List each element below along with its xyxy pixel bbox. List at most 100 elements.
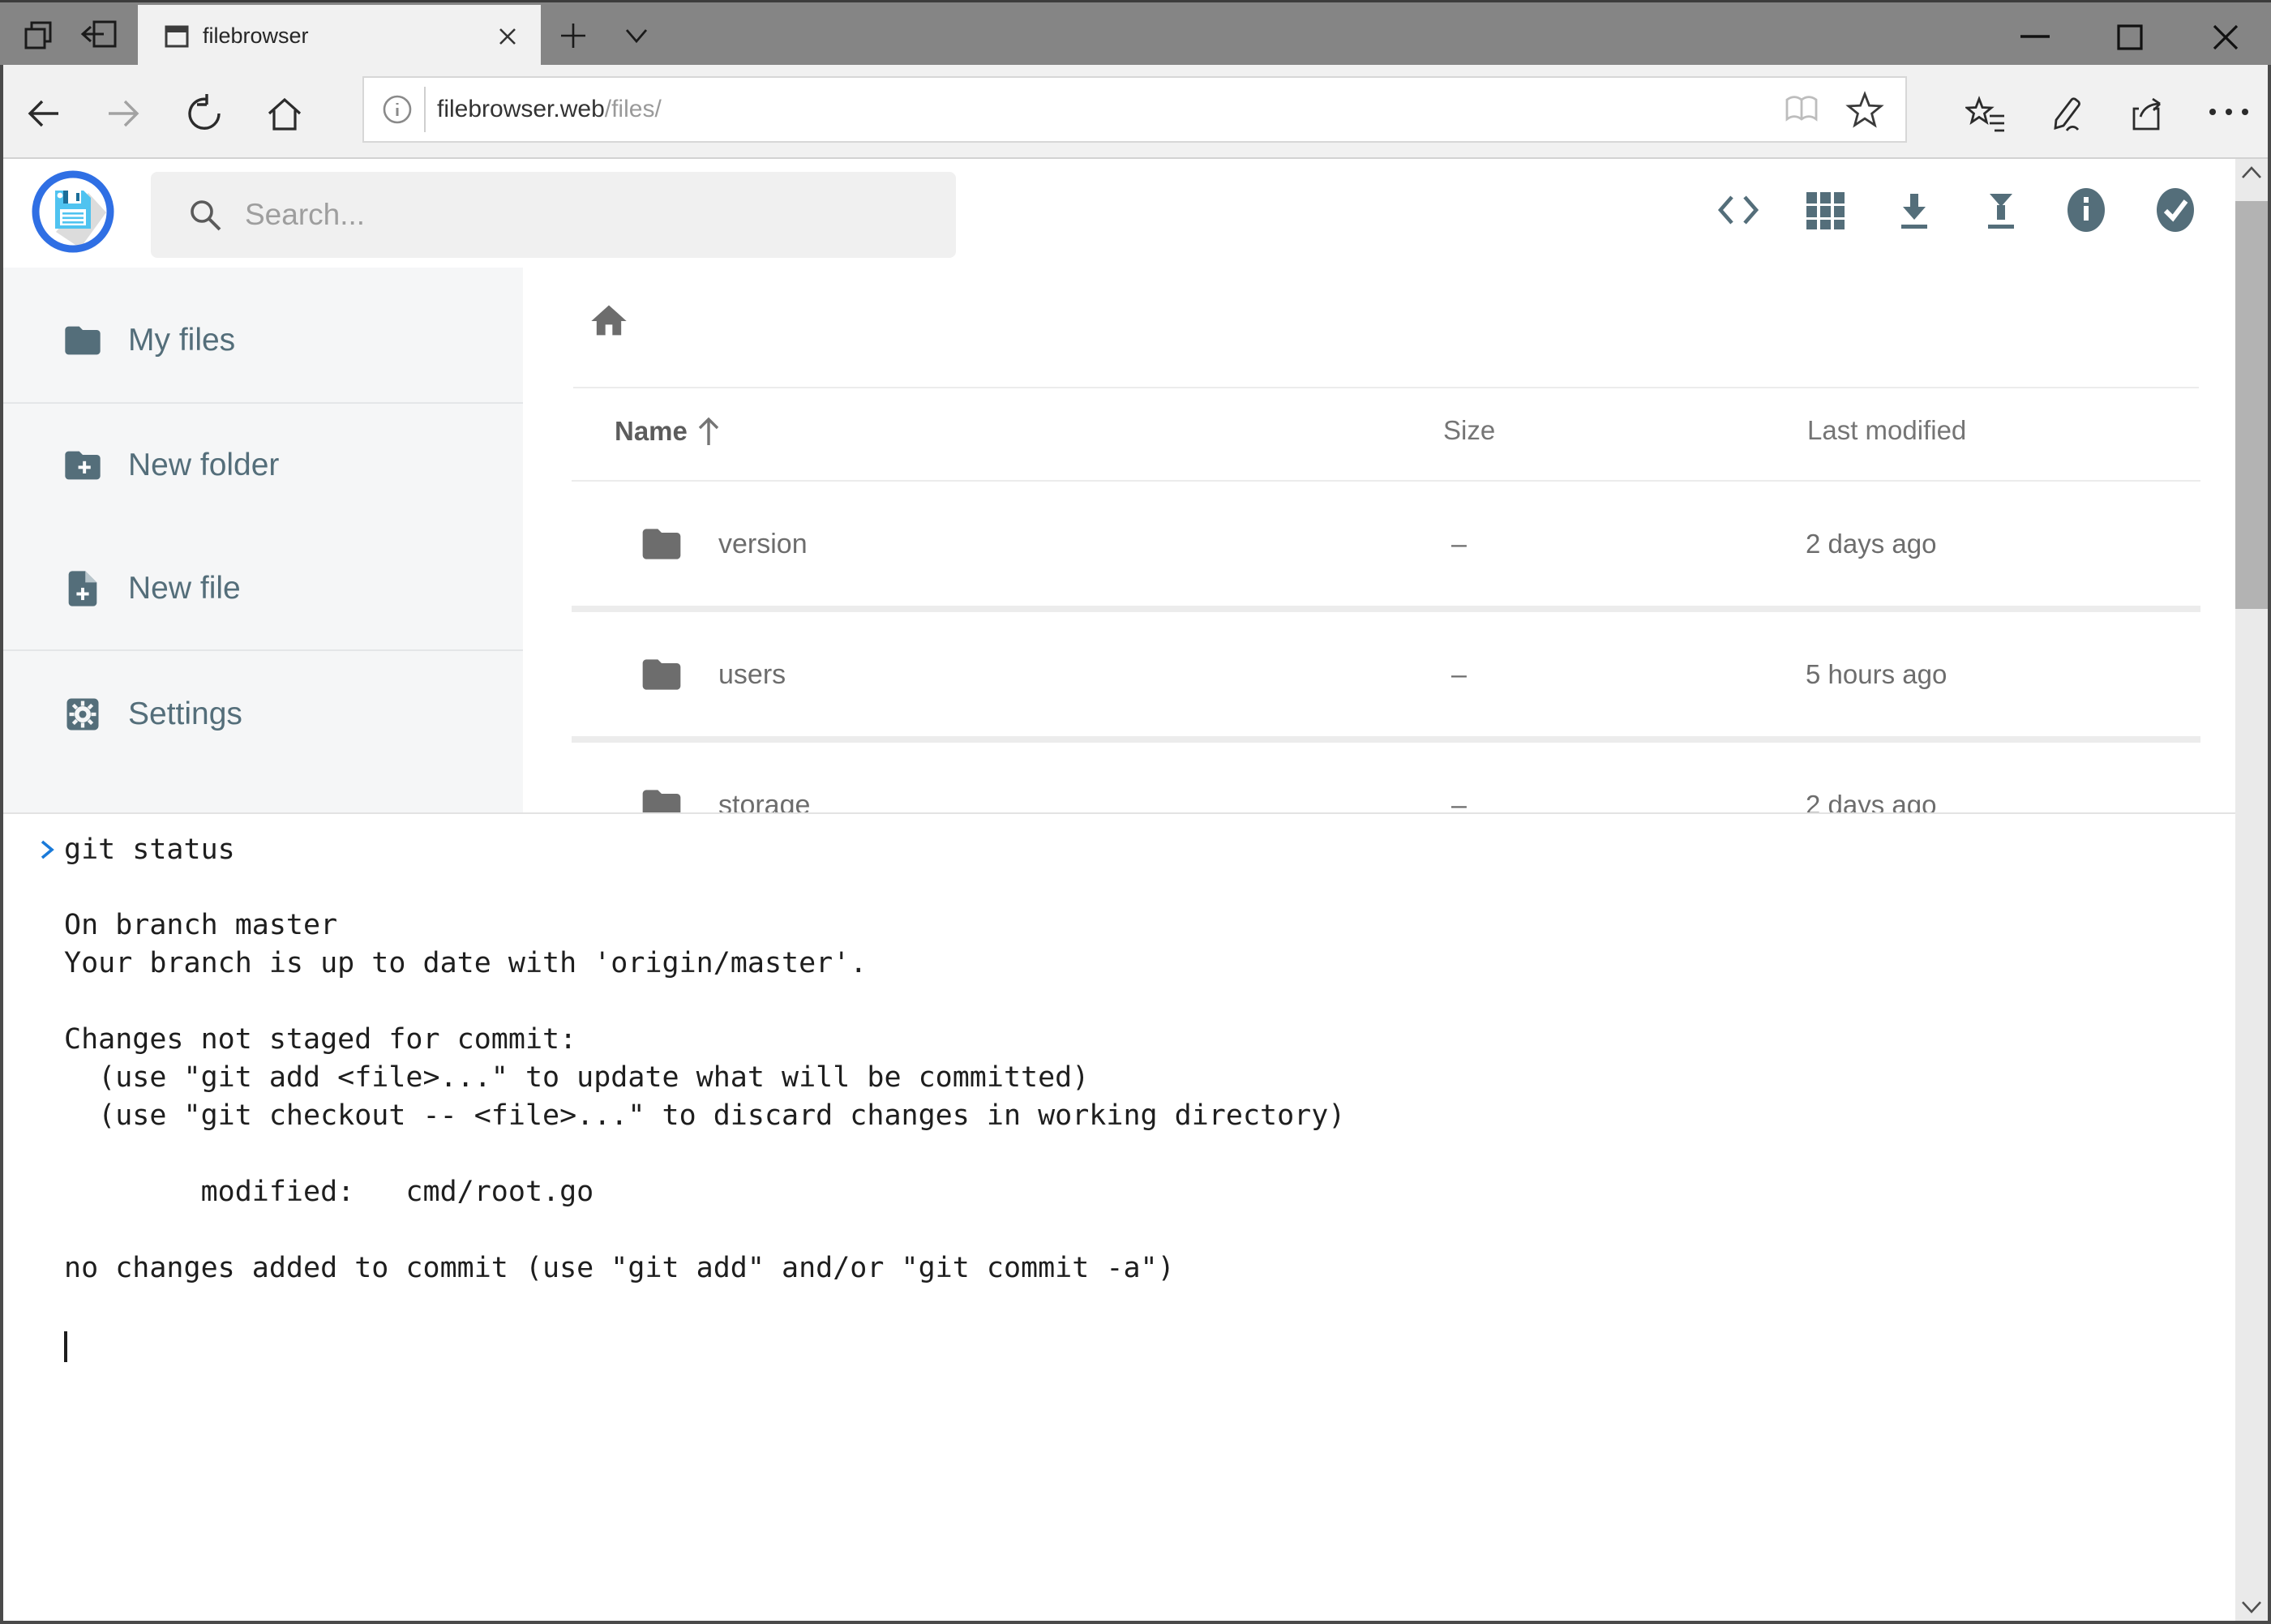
- new-folder-icon: [62, 444, 104, 486]
- grid-view-icon[interactable]: [1805, 191, 1847, 230]
- column-name-label: Name: [615, 416, 688, 447]
- file-modified: 2 days ago: [1806, 529, 1936, 559]
- search-bar[interactable]: [151, 172, 956, 258]
- tab-close-icon[interactable]: [495, 24, 520, 49]
- file-row-version[interactable]: version – 2 days ago: [572, 482, 2200, 606]
- file-listing: Name Size Last modified version – 2 days…: [523, 268, 2235, 812]
- terminal-line: no changes added to commit (use "git add…: [64, 1249, 2219, 1288]
- window-close-button[interactable]: [2209, 20, 2243, 54]
- tabs-set-aside-list-icon[interactable]: [21, 17, 57, 53]
- column-header-modified[interactable]: Last modified: [1807, 415, 1966, 446]
- tab-title: filebrowser: [203, 24, 495, 49]
- refresh-button[interactable]: [185, 94, 224, 133]
- more-options-icon[interactable]: [2207, 107, 2252, 117]
- terminal-line: Changes not staged for commit:: [64, 1021, 2219, 1059]
- new-tab-button[interactable]: [558, 20, 589, 51]
- add-favorite-star-icon[interactable]: [1845, 90, 1884, 129]
- info-icon[interactable]: [2065, 186, 2107, 234]
- file-name: storage: [718, 790, 810, 812]
- window-minimize-button[interactable]: [2017, 33, 2053, 40]
- address-divider: [424, 87, 426, 132]
- terminal-line: (use "git add <file>..." to update what …: [64, 1059, 2219, 1097]
- terminal-line: [64, 1135, 2219, 1173]
- url-host: filebrowser.web: [437, 96, 605, 122]
- download-icon[interactable]: [1892, 189, 1936, 233]
- column-header-size[interactable]: Size: [1443, 415, 1495, 446]
- terminal-line: Your branch is up to date with 'origin/m…: [64, 945, 2219, 983]
- sidebar-item-label: My files: [128, 323, 235, 358]
- scroll-up-icon[interactable]: [2239, 164, 2265, 182]
- address-bar[interactable]: filebrowser.web/files/: [362, 76, 1907, 143]
- favorites-hub-icon[interactable]: [1965, 94, 2007, 133]
- terminal-line: On branch master: [64, 906, 2219, 945]
- search-input[interactable]: [243, 197, 895, 233]
- sort-ascending-icon: [696, 415, 722, 448]
- terminal-cursor-line: [64, 1326, 2219, 1364]
- folder-icon: [639, 782, 684, 812]
- terminal-line: (use "git checkout -- <file>..." to disc…: [64, 1097, 2219, 1135]
- folder-icon: [639, 521, 684, 567]
- file-name: users: [718, 659, 786, 691]
- file-size: –: [1451, 659, 1467, 691]
- filebrowser-header: [0, 159, 2271, 268]
- page-scrollbar[interactable]: [2235, 159, 2268, 1621]
- titlebar: filebrowser: [0, 0, 2271, 67]
- upload-icon[interactable]: [1979, 189, 2023, 233]
- file-name: version: [718, 529, 808, 560]
- sidebar-divider: [3, 649, 523, 651]
- breadcrumb-home-icon[interactable]: [588, 300, 630, 342]
- sidebar-item-label: Settings: [128, 696, 242, 732]
- address-url: filebrowser.web/files/: [437, 96, 1782, 123]
- terminal-output: On branch master Your branch is up to da…: [64, 868, 2219, 1364]
- terminal-cursor: [64, 1331, 67, 1362]
- terminal-line: [64, 1288, 2219, 1326]
- sidebar-item-my-files[interactable]: My files: [3, 296, 523, 385]
- folder-icon: [62, 319, 104, 362]
- sidebar-item-new-folder[interactable]: New folder: [3, 421, 523, 510]
- home-button[interactable]: [264, 94, 305, 135]
- file-size: –: [1451, 790, 1467, 812]
- terminal-panel[interactable]: git status On branch master Your branch …: [3, 812, 2235, 1621]
- terminal-command: git status: [64, 833, 235, 866]
- window-maximize-button[interactable]: [2113, 20, 2147, 54]
- sidebar-item-label: New file: [128, 571, 241, 606]
- back-button[interactable]: [24, 94, 63, 133]
- column-header-name[interactable]: Name: [615, 415, 722, 448]
- check-circle-icon[interactable]: [2154, 186, 2196, 234]
- folder-icon: [639, 652, 684, 697]
- terminal-line: [64, 868, 2219, 906]
- new-file-icon: [62, 568, 104, 610]
- file-size: –: [1451, 529, 1467, 560]
- raw-code-view-icon[interactable]: [1716, 189, 1761, 231]
- sidebar: My files New folder New file: [3, 268, 523, 812]
- file-row-users[interactable]: users – 5 hours ago: [572, 612, 2200, 736]
- terminal-line: modified: cmd/root.go: [64, 1173, 2219, 1211]
- share-icon[interactable]: [2126, 94, 2166, 135]
- set-tabs-aside-icon[interactable]: [79, 17, 118, 53]
- prompt-chevron-icon: [35, 835, 61, 864]
- terminal-prompt-line: git status: [35, 830, 2219, 868]
- url-path: /files/: [605, 96, 662, 122]
- tab-preview-chevron-icon[interactable]: [620, 25, 653, 48]
- sidebar-item-new-file[interactable]: New file: [3, 544, 523, 633]
- file-modified: 5 hours ago: [1806, 659, 1947, 690]
- sidebar-item-label: New folder: [128, 448, 279, 483]
- file-list: version – 2 days ago users – 5 hours ago…: [572, 480, 2200, 812]
- file-row-storage[interactable]: storage – 2 days ago: [572, 743, 2200, 812]
- search-icon: [186, 196, 224, 234]
- reading-view-icon[interactable]: [1782, 92, 1821, 127]
- sidebar-item-settings[interactable]: Settings: [3, 670, 523, 759]
- browser-toolbar: filebrowser.web/files/: [0, 65, 2271, 159]
- scroll-down-icon[interactable]: [2239, 1598, 2265, 1616]
- listing-divider: [573, 387, 2199, 388]
- forward-button[interactable]: [104, 94, 143, 133]
- web-notes-pen-icon[interactable]: [2046, 94, 2087, 135]
- browser-tab[interactable]: filebrowser: [138, 5, 541, 67]
- site-info-icon[interactable]: [380, 92, 414, 126]
- filebrowser-logo[interactable]: [32, 170, 114, 253]
- settings-icon: [62, 693, 104, 735]
- file-modified: 2 days ago: [1806, 790, 1936, 812]
- scrollbar-thumb[interactable]: [2235, 201, 2268, 609]
- terminal-content: git status On branch master Your branch …: [35, 830, 2219, 1364]
- tab-favicon-icon: [162, 22, 191, 51]
